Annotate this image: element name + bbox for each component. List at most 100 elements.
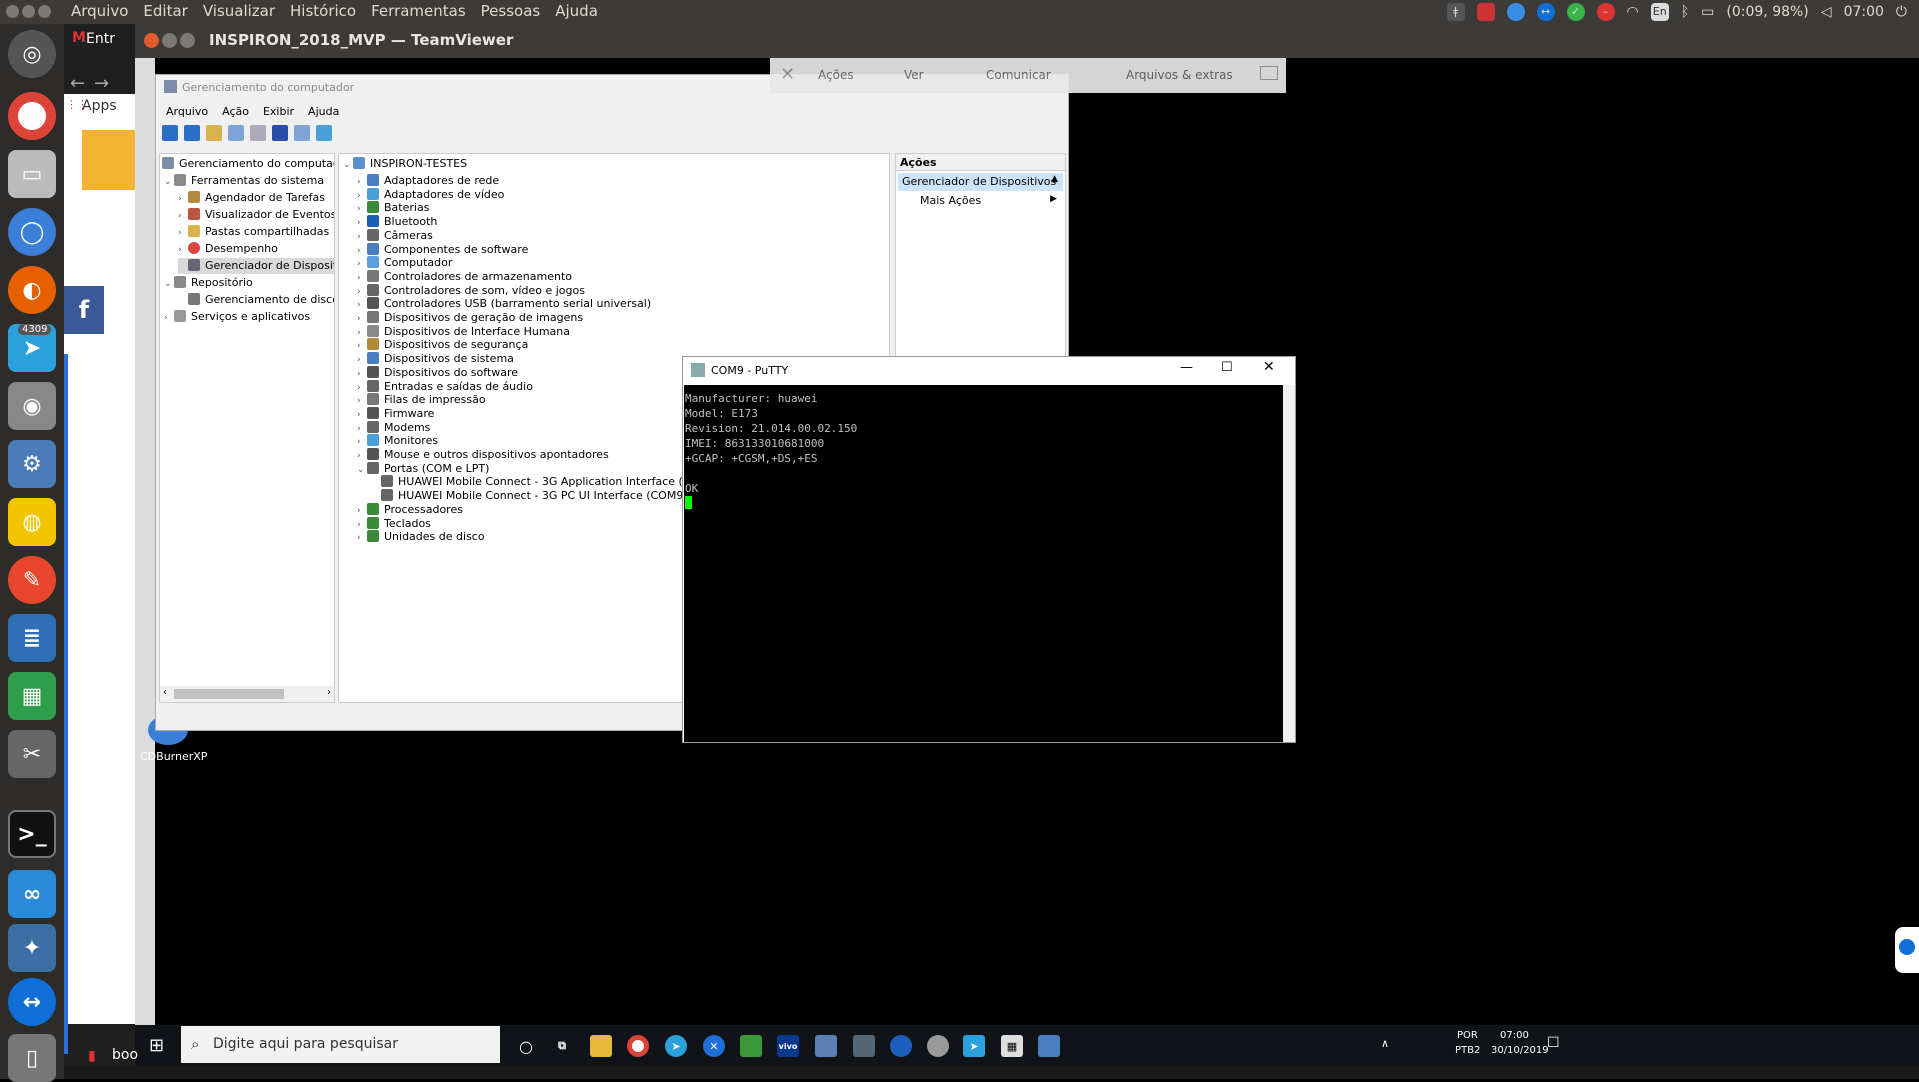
cm-menu-ajuda[interactable]: Ajuda (308, 105, 339, 118)
app-x-taskbar-icon[interactable]: ✕ (703, 1035, 725, 1057)
scroll-thumb[interactable] (174, 689, 284, 699)
putty-taskbar-icon[interactable] (1038, 1035, 1060, 1057)
tv-minimize-icon[interactable] (162, 33, 177, 48)
view-icon[interactable] (294, 125, 310, 141)
menu-pessoas[interactable]: Pessoas (481, 2, 541, 20)
scroll-left-icon[interactable]: ‹ (163, 687, 167, 698)
actions-device-manager[interactable]: Gerenciador de Dispositivos ▲ (898, 173, 1063, 191)
tv-side-panel-tab[interactable] (1895, 927, 1919, 973)
check-icon[interactable]: ✓ (1566, 3, 1585, 21)
blocked-icon[interactable]: – (1596, 3, 1615, 21)
battery-status[interactable]: (0:09, 98%) (1726, 4, 1808, 20)
app-launcher-icon[interactable]: ✦ (8, 924, 56, 972)
phone-taskbar-icon[interactable] (890, 1035, 912, 1057)
window-maximize-icon[interactable] (38, 5, 51, 18)
tv-minimize-toolbar-icon[interactable] (1260, 66, 1278, 80)
files-launcher-icon[interactable]: ▭ (8, 150, 56, 198)
tray-chevron-icon[interactable]: ∧ (1381, 1037, 1389, 1050)
tree-disco[interactable]: Gerenciamento de disco (178, 292, 334, 308)
tv-ver-label[interactable]: Ver (904, 68, 924, 82)
tv-close-icon[interactable] (144, 33, 159, 48)
telegram-taskbar-icon[interactable]: ➤ (665, 1035, 687, 1057)
indicator-icon[interactable]: ǂ (1446, 3, 1465, 21)
cdburner-label[interactable]: CDBurnerXP (140, 750, 207, 763)
apps-label[interactable]: Apps (82, 98, 117, 114)
task-view-icon[interactable]: ⧉ (551, 1035, 573, 1057)
putty-maximize-icon[interactable]: ☐ (1221, 360, 1233, 375)
monitor-icon[interactable] (316, 125, 332, 141)
putty-terminal[interactable]: Manufacturer: huawei Model: E173 Revision:… (684, 385, 1283, 742)
device-root[interactable]: ⌄ INSPIRON-TESTES (343, 156, 467, 172)
app-taskbar-icon[interactable] (927, 1035, 949, 1057)
tree-root[interactable]: Gerenciamento do computado (162, 156, 334, 172)
tree-repositorio[interactable]: ⌄ Repositório (164, 275, 253, 291)
menu-ajuda[interactable]: Ajuda (555, 2, 598, 20)
menu-editar[interactable]: Editar (143, 2, 187, 20)
arduino-launcher-icon[interactable]: ∞ (8, 870, 56, 918)
tv-arquivos-label[interactable]: Arquivos & extras (1126, 68, 1233, 82)
calc-launcher-icon[interactable]: ▦ (8, 672, 56, 720)
gmail-tab-label[interactable]: Entr (86, 31, 115, 47)
camera-launcher-icon[interactable]: ◉ (8, 382, 56, 430)
vivo-taskbar-icon[interactable]: vivo (777, 1035, 799, 1057)
window-close-icon[interactable] (6, 5, 19, 18)
notification-icon[interactable]: ☐ (1547, 1035, 1560, 1051)
menu-arquivo[interactable]: Arquivo (71, 2, 128, 20)
tv-comunicar-label[interactable]: Comunicar (986, 68, 1051, 82)
explorer-taskbar-icon[interactable] (590, 1035, 612, 1057)
teamviewer-launcher-icon[interactable]: ↔ (8, 978, 56, 1026)
windows-start-icon[interactable]: ⊞ (149, 1035, 164, 1056)
properties-icon[interactable] (250, 125, 266, 141)
ubuntu-home-icon[interactable]: ◎ (8, 30, 56, 78)
tv-maximize-icon[interactable] (180, 33, 195, 48)
keyboard-lang[interactable]: En (1650, 3, 1669, 21)
forward-arrow-icon[interactable] (184, 125, 200, 141)
editor-launcher-icon[interactable]: ✎ (8, 556, 56, 604)
tree-ferramentas[interactable]: ⌄ Ferramentas do sistema (164, 173, 324, 189)
tree-pastas[interactable]: › Pastas compartilhadas (178, 224, 329, 240)
screen-record-icon[interactable] (1476, 3, 1495, 21)
lang-top[interactable]: POR (1457, 1030, 1478, 1041)
menu-historico[interactable]: Histórico (290, 2, 356, 20)
trash-launcher-icon[interactable]: ▯ (8, 1034, 56, 1082)
menu-visualizar[interactable]: Visualizar (203, 2, 275, 20)
collapse-icon[interactable]: ▲ (1051, 174, 1058, 184)
settings-launcher-icon[interactable]: ⚙ (8, 440, 56, 488)
cm-menu-arquivo[interactable]: Arquivo (166, 105, 208, 118)
scroll-right-icon[interactable]: › (327, 687, 331, 698)
power-icon[interactable]: ⏻ (1896, 4, 1907, 20)
device-manager-taskbar-icon[interactable] (815, 1035, 837, 1057)
tree-gerenciador[interactable]: Gerenciador de Disposit (178, 258, 334, 274)
tv-toolbar-close-icon[interactable]: ✕ (780, 64, 795, 85)
network-taskbar-icon[interactable] (853, 1035, 875, 1057)
help-icon[interactable] (272, 125, 288, 141)
search-box[interactable]: ⌕ Digite aqui para pesquisar (181, 1026, 500, 1063)
lang-bottom[interactable]: PTB2 (1455, 1045, 1480, 1056)
download-item-label[interactable]: boo (112, 1047, 138, 1063)
firefox-launcher-icon[interactable]: ◐ (8, 266, 56, 314)
putty-close-icon[interactable]: ✕ (1263, 359, 1275, 375)
idea-launcher-icon[interactable]: ◍ (8, 498, 56, 546)
taskbar-date[interactable]: 30/10/2019 (1491, 1045, 1549, 1056)
chromium-launcher-icon[interactable]: ◯ (8, 208, 56, 256)
show-hide-tree-icon[interactable] (228, 125, 244, 141)
taskbar-time[interactable]: 07:00 (1500, 1030, 1529, 1041)
terminal-launcher-icon[interactable]: >_ (8, 810, 56, 858)
clock[interactable]: 07:00 (1844, 4, 1884, 20)
menu-ferramentas[interactable]: Ferramentas (371, 2, 466, 20)
cm-menu-exibir[interactable]: Exibir (263, 105, 294, 118)
teamviewer-tray-icon[interactable]: ↔ (1536, 3, 1555, 21)
tv-acoes-label[interactable]: Ações (818, 68, 854, 82)
back-icon[interactable]: ← (70, 73, 85, 94)
tree-visualizador[interactable]: › Visualizador de Eventos (178, 207, 334, 223)
actions-more[interactable]: Mais Ações ▶ (920, 192, 1060, 210)
chrome-taskbar-icon[interactable] (627, 1035, 649, 1057)
up-folder-icon[interactable] (206, 125, 222, 141)
forward-icon[interactable]: → (94, 73, 109, 94)
tree-agendador[interactable]: › Agendador de Tarefas (178, 190, 325, 206)
back-arrow-icon[interactable] (162, 125, 178, 141)
horizontal-scrollbar[interactable]: ‹ › (160, 686, 334, 702)
cm-menu-acao[interactable]: Ação (222, 105, 249, 118)
device-category[interactable]: › Unidades de disco (357, 529, 485, 545)
putty-scrollbar[interactable] (1283, 385, 1295, 742)
